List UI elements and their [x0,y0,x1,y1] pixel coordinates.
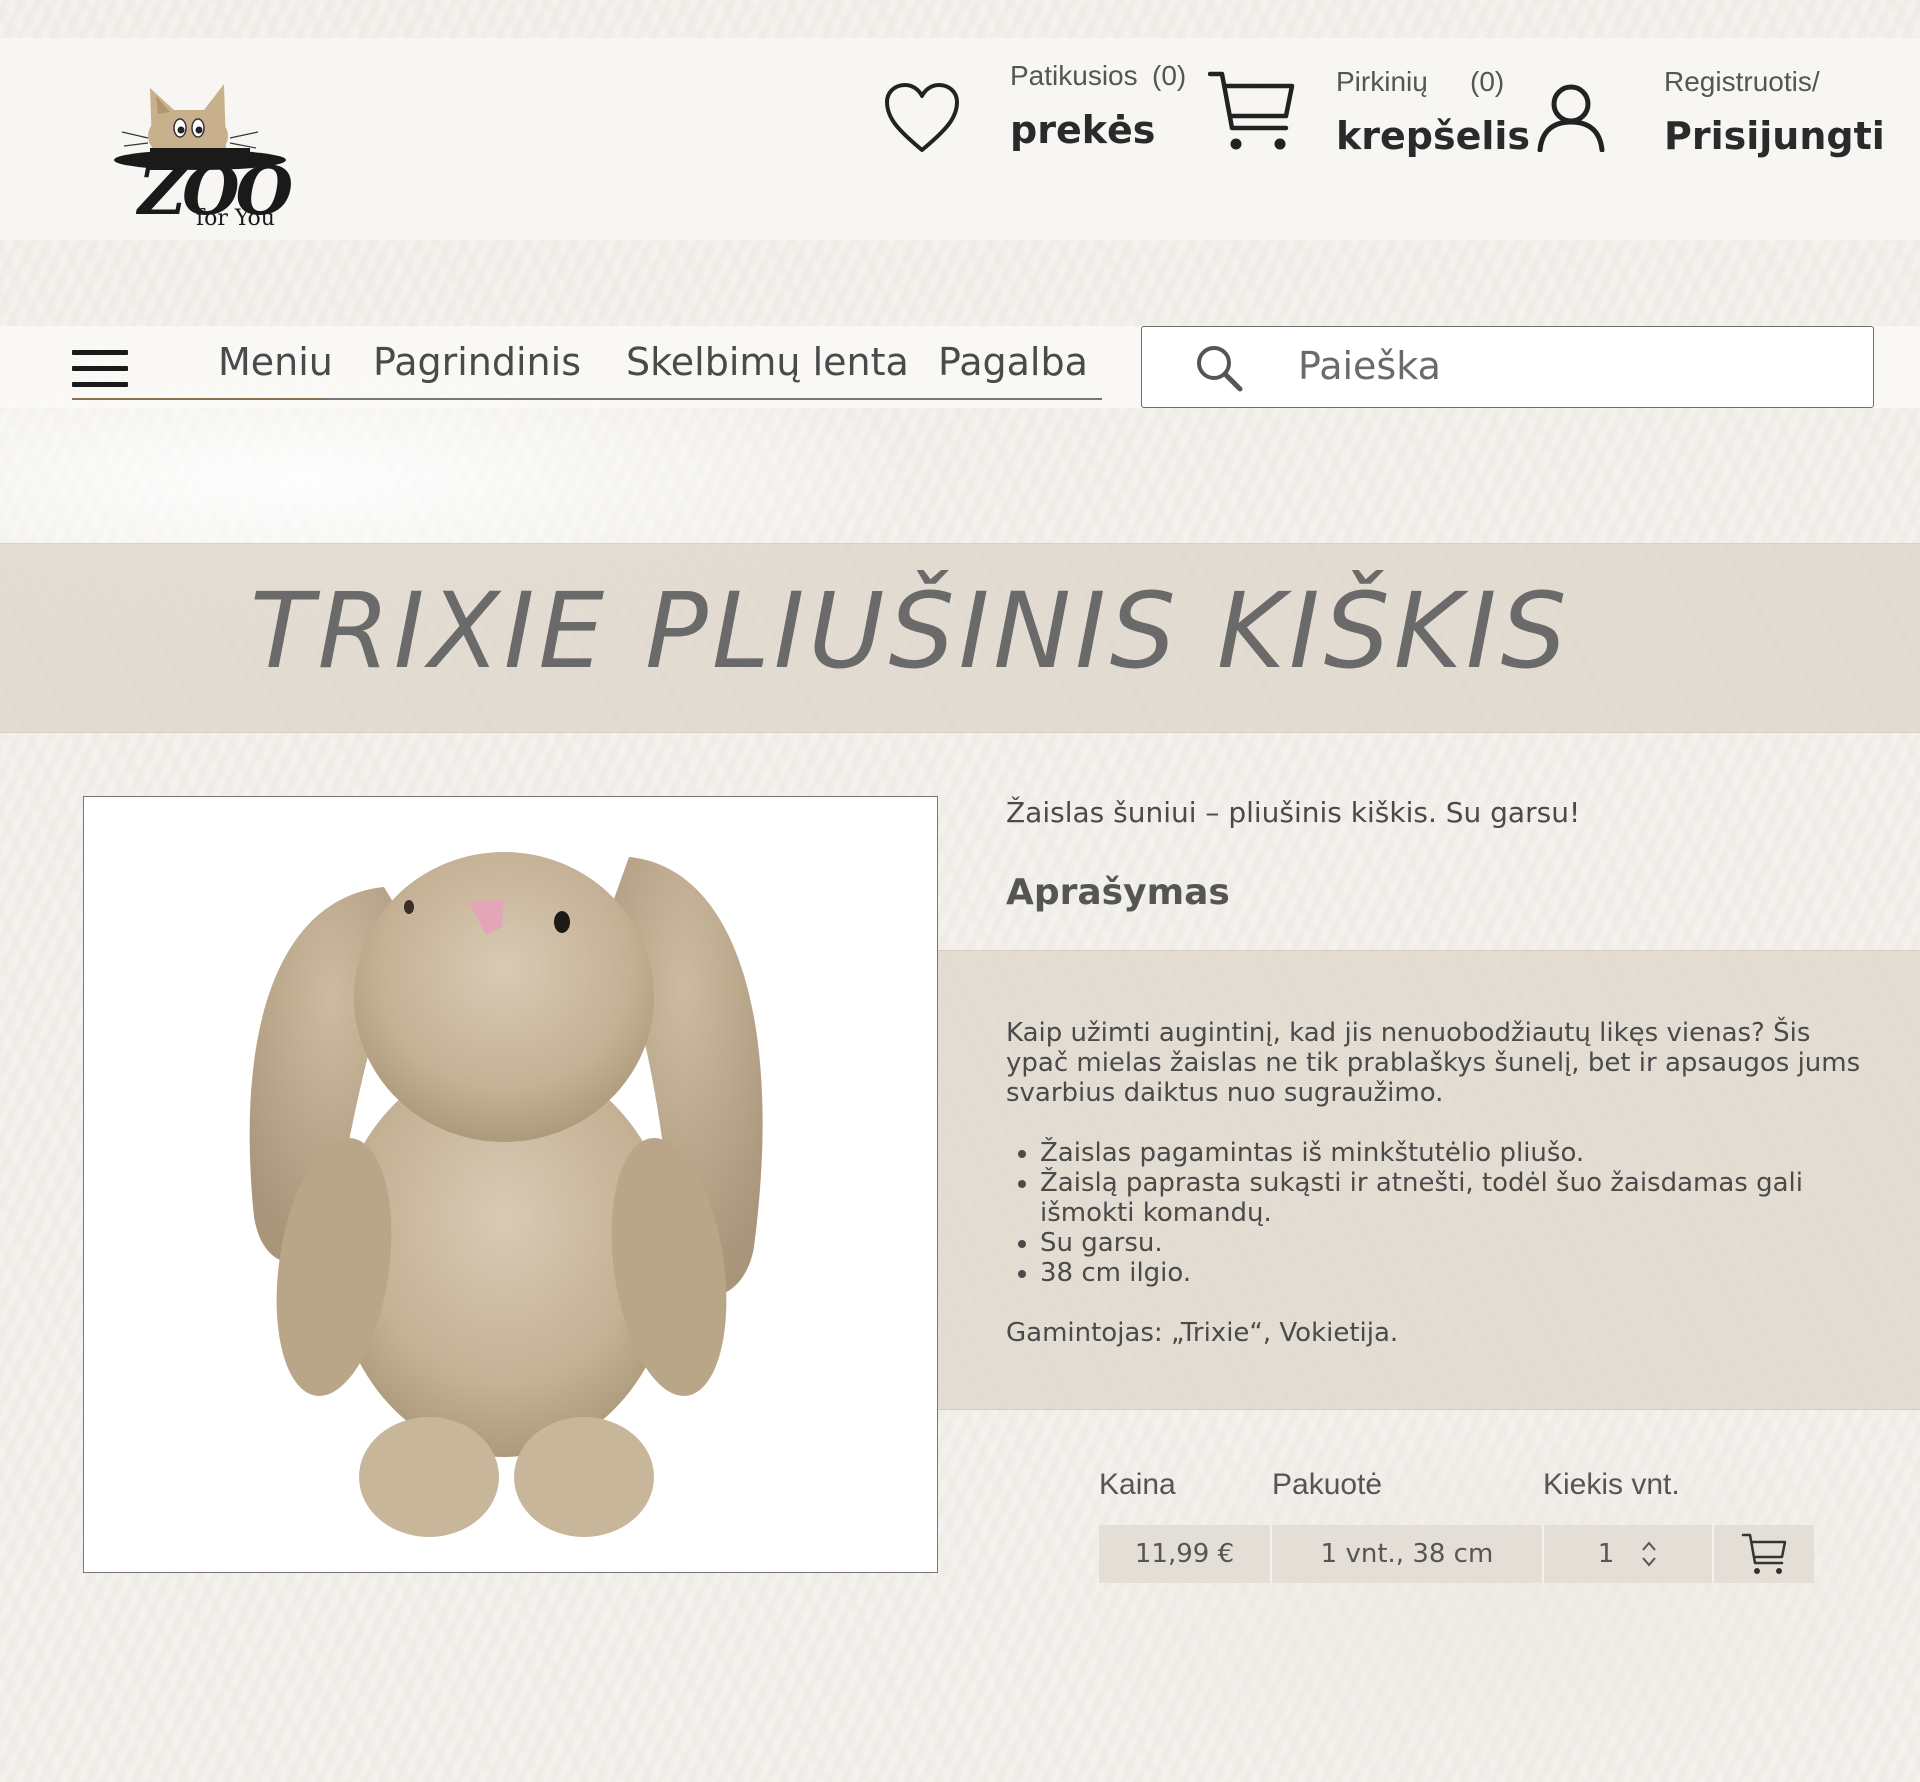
search-input[interactable] [1296,335,1840,397]
wishlist-label: Patikusios [1010,60,1138,91]
cart-icon [1208,71,1295,150]
quantity-label: Kiekis vnt. [1543,1468,1680,1501]
description-intro: Kaip užimti augintinį, kad jis nenuobodž… [1006,1018,1861,1108]
user-icon [1537,84,1605,152]
product-description: Kaip užimti augintinį, kad jis nenuobodž… [1006,1018,1876,1348]
stepper-arrows-icon[interactable] [1640,1540,1658,1568]
cart-link[interactable]: Pirkinių (0) krepšelis [1208,58,1530,178]
product-title: TRIXIE PLIUŠINIS KIŠKIS [250,570,1571,692]
wishlist-title: prekės [1010,108,1156,152]
package-label: Pakuotė [1272,1468,1383,1501]
account-link[interactable]: Registruotis/ Prisijungti [1530,58,1885,178]
nav-item-pagrindinis[interactable]: Pagrindinis [373,340,581,384]
nav-underline [326,398,1102,400]
price-value: 11,99 € [1099,1525,1272,1583]
description-heading: Aprašymas [1006,872,1230,913]
nav-underline-active [72,398,326,400]
product-image[interactable] [83,796,938,1573]
package-select[interactable]: 1 vnt., 38 cm [1272,1525,1544,1583]
feature-item: Su garsu. [1040,1228,1876,1258]
product-short-description: Žaislas šuniui – pliušinis kiškis. Su ga… [1006,796,1581,829]
price-label: Kaina [1099,1468,1176,1501]
cart-icon [1741,1533,1787,1574]
login-label: Prisijungti [1664,114,1885,158]
quantity-value: 1 [1597,1539,1615,1569]
add-to-cart-button[interactable] [1714,1525,1814,1583]
feature-item: Žaislą paprasta sukąsti ir atnešti, todė… [1040,1168,1876,1228]
wishlist-count: (0) [1152,60,1187,91]
nav-item-pagalba[interactable]: Pagalba [938,340,1088,384]
cart-title: krepšelis [1336,114,1531,158]
register-label: Registruotis/ [1664,66,1820,97]
nav-item-meniu[interactable]: Meniu [218,340,333,384]
purchase-row: 11,99 € 1 vnt., 38 cm 1 [1099,1525,1814,1583]
quantity-stepper[interactable]: 1 [1544,1525,1714,1583]
wishlist-link[interactable]: Patikusios (0) prekės [880,58,1190,178]
search-icon [1197,346,1243,392]
logo[interactable]: ZOO for You [112,48,293,232]
nav-item-skelbimu-lenta[interactable]: Skelbimų lenta [626,340,909,384]
cart-count: (0) [1470,66,1505,97]
manufacturer: Gamintojas: „Trixie“, Vokietija. [1006,1318,1399,1348]
feature-list: Žaislas pagamintas iš minkštutėlio pliuš… [1006,1138,1876,1288]
feature-item: 38 cm ilgio. [1040,1258,1876,1288]
cart-label: Pirkinių [1336,66,1428,97]
heart-icon [885,83,959,152]
hamburger-icon[interactable] [72,350,128,390]
plush-bunny-image [249,852,763,1537]
feature-item: Žaislas pagamintas iš minkštutėlio pliuš… [1040,1138,1876,1168]
logo-tagline: for You [196,206,275,231]
search-box[interactable] [1141,326,1874,408]
